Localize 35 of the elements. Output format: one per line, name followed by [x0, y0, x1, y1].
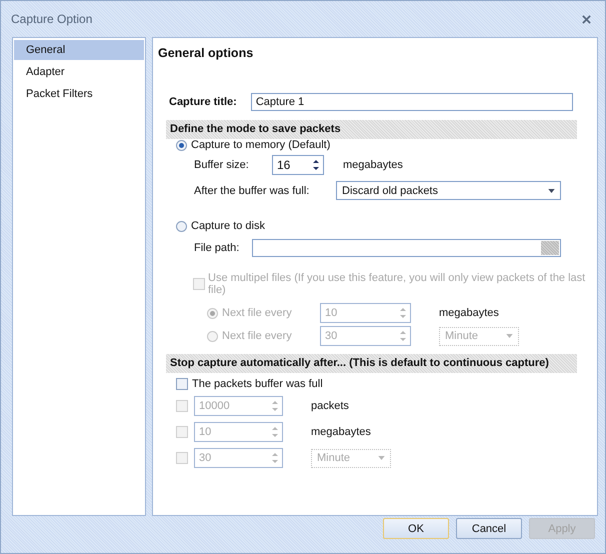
- number-spinner[interactable]: 16: [272, 154, 324, 174]
- caret-icon: [506, 334, 513, 338]
- radio-label: Capture to disk: [191, 220, 265, 232]
- dropdown[interactable]: Discard old packets: [336, 181, 561, 200]
- field-label: After the buffer was full:: [194, 184, 310, 196]
- close-icon[interactable]: [582, 14, 591, 24]
- radio-button[interactable]: [176, 220, 187, 232]
- unit-label: megabaytes: [439, 307, 499, 319]
- unit-label: packets: [311, 400, 349, 412]
- radio-label: Next file every: [222, 330, 293, 342]
- browse-button[interactable]: [541, 241, 559, 255]
- sidebar-item[interactable]: Packet Filters: [14, 84, 144, 104]
- window-title: Capture Option: [11, 12, 92, 26]
- checkbox[interactable]: [176, 378, 188, 390]
- unit-label: megabaytes: [311, 426, 371, 438]
- checkbox-label: Use multipel files (If you use this feature, you will only view packets of the last file): [208, 272, 586, 296]
- capture-title-field[interactable]: Capture 1: [250, 93, 573, 111]
- sidebar-item[interactable]: General: [14, 40, 144, 60]
- field-label: File path:: [194, 242, 240, 254]
- section-header: Define the mode to save packets: [166, 120, 577, 139]
- radio-label: Capture to memory (Default): [191, 139, 330, 151]
- caret-icon: [378, 456, 385, 460]
- radio-label: Next file every: [222, 307, 293, 319]
- file-path-field[interactable]: [252, 239, 561, 257]
- panel-heading: General options: [158, 46, 254, 60]
- caret-icon: [548, 188, 555, 192]
- checkbox-label: The packets buffer was full: [192, 378, 323, 390]
- section-header: Stop capture automatically after... (This is default to continuous capture): [166, 354, 577, 373]
- field-label: Capture title:: [169, 96, 237, 108]
- sidebar-item[interactable]: Adapter: [14, 62, 144, 82]
- dialog-button[interactable]: OK: [383, 518, 449, 539]
- dialog-button[interactable]: Cancel: [456, 518, 522, 539]
- field-label: Buffer size:: [194, 158, 250, 170]
- radio-button[interactable]: [176, 140, 187, 150]
- unit-label: megabaytes: [343, 158, 403, 170]
